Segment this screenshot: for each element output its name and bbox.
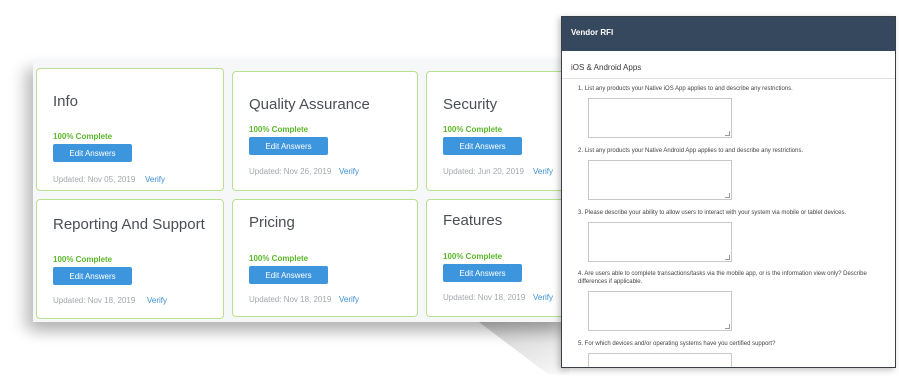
edit-answers-button[interactable]: Edit Answers [249, 266, 328, 284]
card-title: Security [443, 96, 498, 113]
completion-status: 100% Complete [249, 254, 309, 263]
card-title: Quality Assurance [249, 96, 370, 113]
completion-status: 100% Complete [249, 125, 309, 134]
completion-status: 100% Complete [53, 255, 113, 264]
question-label: 3. Please describe your ability to allow… [578, 210, 847, 216]
answer-textarea[interactable] [588, 98, 732, 138]
updated-date: Updated: Jun 20, 2019 [443, 167, 524, 176]
question-label: 2. List any products your Native Android… [578, 148, 804, 154]
completion-status: 100% Complete [443, 125, 503, 134]
section-card-features: Features 100% Complete Edit Answers Upda… [426, 199, 568, 317]
section-divider [562, 78, 895, 79]
answer-textarea[interactable] [588, 291, 732, 331]
answer-textarea[interactable] [588, 353, 732, 367]
updated-date: Updated: Nov 18, 2019 [249, 295, 332, 304]
resize-handle[interactable] [725, 193, 730, 198]
card-title: Info [53, 93, 79, 110]
section-card-reporting-and-support: Reporting And Support 100% Complete Edit… [36, 199, 224, 319]
completion-status: 100% Complete [53, 132, 113, 141]
edit-answers-button[interactable]: Edit Answers [53, 144, 132, 162]
section-card-info: Info 100% Complete Edit Answers Updated:… [36, 68, 224, 191]
answer-textarea[interactable] [588, 160, 732, 200]
updated-date: Updated: Nov 26, 2019 [249, 167, 332, 176]
edit-answers-button[interactable]: Edit Answers [249, 137, 328, 155]
verify-link[interactable]: Verify [145, 175, 165, 184]
verify-link[interactable]: Verify [533, 293, 553, 302]
questionnaire-dashboard: Info 100% Complete Edit Answers Updated:… [33, 60, 568, 322]
edit-answers-button[interactable]: Edit Answers [443, 264, 522, 282]
resize-handle[interactable] [725, 255, 730, 260]
screenshot-stage: Info 100% Complete Edit Answers Updated:… [0, 0, 899, 388]
vendor-rfi-form: Vendor RFI iOS & Android Apps 1. List an… [561, 16, 896, 368]
edit-answers-button[interactable]: Edit Answers [53, 267, 132, 285]
section-card-security: Security 100% Complete Edit Answers Upda… [426, 71, 568, 191]
section-title: iOS & Android Apps [571, 63, 642, 72]
section-card-quality-assurance: Quality Assurance 100% Complete Edit Ans… [232, 71, 418, 191]
verify-link[interactable]: Verify [533, 167, 553, 176]
resize-handle[interactable] [725, 324, 730, 329]
card-title: Reporting And Support [53, 216, 205, 233]
verify-link[interactable]: Verify [339, 295, 359, 304]
updated-date: Updated: Nov 18, 2019 [443, 293, 526, 302]
card-title: Pricing [249, 214, 295, 231]
verify-link[interactable]: Verify [147, 296, 167, 305]
edit-answers-button[interactable]: Edit Answers [443, 137, 522, 155]
verify-link[interactable]: Verify [339, 167, 359, 176]
completion-status: 100% Complete [443, 252, 503, 261]
updated-date: Updated: Nov 05, 2019 [53, 175, 136, 184]
question-label: 1. List any products your Native iOS App… [578, 86, 793, 92]
resize-handle[interactable] [725, 131, 730, 136]
question-label: 5. For which devices and/or operating sy… [578, 341, 776, 347]
section-card-pricing: Pricing 100% Complete Edit Answers Updat… [232, 199, 418, 317]
updated-date: Updated: Nov 18, 2019 [53, 296, 136, 305]
card-title: Features [443, 212, 503, 229]
question-label: 4. Are users able to complete transactio… [578, 271, 867, 285]
answer-textarea[interactable] [588, 222, 732, 262]
form-header: Vendor RFI [562, 17, 895, 51]
